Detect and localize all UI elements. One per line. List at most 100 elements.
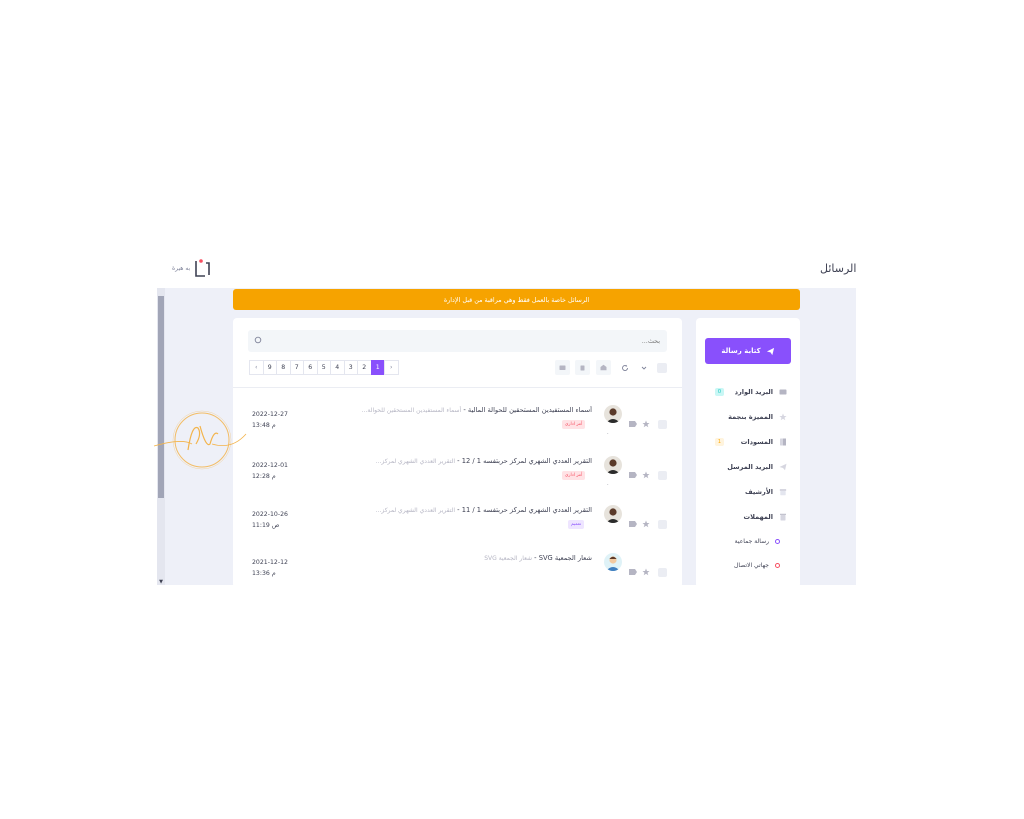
message-snippet: التقرير العددي الشهري لمركز... (375, 458, 456, 465)
page-9[interactable]: 9 (262, 360, 277, 375)
page-5[interactable]: 5 (316, 360, 331, 375)
page-8[interactable]: 8 (276, 360, 291, 375)
row-checkbox[interactable] (658, 471, 667, 480)
search-icon (254, 336, 262, 344)
message-subject: أسماء المستفيدين المستحقين للحوالة المال… (361, 406, 592, 414)
message-row[interactable]: شعار الجمعية SVG - شعار الجمعية SVG 2021… (240, 551, 672, 591)
message-date: 2022-12-01 (252, 462, 288, 469)
nav-sent-label: البريد المرسل (727, 463, 773, 471)
message-time: 13:36 م (252, 570, 276, 577)
message-subject-text: التقرير العددي الشهري لمركز حربتفسه 1 / … (461, 457, 592, 465)
drafts-count-badge: 1 (715, 438, 724, 446)
avatar (604, 405, 622, 423)
page-title: الرسائل (820, 262, 857, 275)
draft-icon (778, 438, 787, 447)
message-subject: التقرير العددي الشهري لمركز حربتفسه 1 / … (375, 506, 592, 514)
trash-icon (778, 513, 787, 522)
inbox-count-badge: 0 (715, 388, 724, 396)
logo-mark-icon (195, 259, 211, 277)
star-icon[interactable] (642, 520, 650, 528)
nav-inbox[interactable]: البريد الوارد 0 (705, 385, 787, 399)
message-subject-text: شعار الجمعية SVG (538, 554, 592, 562)
search-box[interactable] (248, 330, 667, 352)
nav-drafts-label: المسودات (740, 438, 773, 446)
select-dropdown-button[interactable] (639, 361, 649, 374)
pagination-next[interactable]: › (384, 360, 399, 375)
scroll-down-arrow-icon[interactable]: ▼ (158, 580, 164, 585)
row-marker: ` (607, 484, 609, 489)
avatar (604, 456, 622, 474)
label-contacts-text: جهاتي الاتصال (733, 561, 769, 569)
nav-starred[interactable]: المميزة بنجمة (705, 410, 787, 424)
message-row[interactable]: أسماء المستفيدين المستحقين للحوالة المال… (240, 403, 672, 443)
select-all-checkbox[interactable] (657, 363, 667, 373)
page-3[interactable]: 3 (343, 360, 358, 375)
label-group-message-text: رسالة جماعية (734, 537, 769, 545)
row-checkbox[interactable] (658, 520, 667, 529)
label-tag-icon[interactable] (629, 472, 637, 478)
page-7[interactable]: 7 (289, 360, 304, 375)
message-row[interactable]: التقرير العددي الشهري لمركز حربتفسه 1 / … (240, 503, 672, 543)
nav-archive[interactable]: الأرشيف (705, 485, 787, 499)
logo: به هيرة (172, 258, 224, 278)
archive-icon (778, 488, 787, 497)
notice-text: الرسائل خاصة بالعمل فقط وهي مراقبة من قب… (443, 295, 590, 304)
star-icon[interactable] (642, 420, 650, 428)
logo-text: به هيرة (172, 264, 191, 272)
nav-drafts[interactable]: المسودات 1 (705, 435, 787, 449)
nav-trash[interactable]: المهملات (705, 510, 787, 524)
archive-button[interactable] (596, 360, 611, 375)
notice-banner: الرسائل خاصة بالعمل فقط وهي مراقبة من قب… (233, 289, 800, 310)
message-time: 11:19 ص (252, 522, 280, 529)
message-subject: التقرير العددي الشهري لمركز حربتفسه 1 / … (375, 457, 592, 465)
nav-sent[interactable]: البريد المرسل (705, 460, 787, 474)
search-input[interactable] (268, 334, 660, 348)
label-tag-icon[interactable] (629, 421, 637, 427)
message-date: 2021-12-12 (252, 559, 288, 566)
row-checkbox[interactable] (658, 568, 667, 577)
refresh-button[interactable] (620, 361, 630, 374)
paper-plane-icon (766, 347, 774, 355)
page-2[interactable]: 2 (357, 360, 372, 375)
label-tag-icon[interactable] (629, 569, 637, 575)
compose-button[interactable]: كتابة رسالة (705, 338, 791, 364)
nav-inbox-label: البريد الوارد (734, 388, 773, 396)
inbox-icon (778, 388, 787, 397)
message-row[interactable]: التقرير العددي الشهري لمركز حربتفسه 1 / … (240, 454, 672, 494)
pagination-prev[interactable]: ‹ (249, 360, 264, 375)
star-icon[interactable] (642, 471, 650, 479)
page-4[interactable]: 4 (330, 360, 345, 375)
chevron-down-icon (641, 366, 647, 370)
message-subject-text: التقرير العددي الشهري لمركز حربتفسه 1 / … (461, 506, 592, 514)
label-contacts[interactable]: جهاتي الاتصال (705, 559, 780, 571)
message-time: 13:48 م (252, 422, 276, 429)
message-subject-text: أسماء المستفيدين المستحقين للحوالة المال… (467, 406, 592, 414)
message-label-badge: تعميم (568, 520, 585, 529)
nav-trash-label: المهملات (743, 513, 773, 521)
message-subject: شعار الجمعية SVG - شعار الجمعية SVG (484, 554, 592, 562)
message-timestamp: 2022-12-27 13:48 م (252, 409, 288, 431)
delete-button[interactable] (575, 360, 590, 375)
nav-starred-label: المميزة بنجمة (728, 413, 773, 421)
label-group-message[interactable]: رسالة جماعية (705, 535, 780, 547)
trash-icon (580, 365, 585, 371)
message-date: 2022-12-27 (252, 411, 288, 418)
envelope-icon (559, 365, 566, 370)
mark-read-button[interactable] (555, 360, 570, 375)
refresh-icon (622, 364, 628, 371)
message-list-panel (233, 318, 682, 588)
mail-open-icon (600, 364, 607, 371)
page-1-current[interactable]: 1 (370, 360, 385, 375)
label-dot-icon (775, 562, 780, 568)
message-timestamp: 2022-12-01 12:28 م (252, 460, 288, 482)
message-label-badge: أمر اداري (562, 420, 586, 429)
signature-watermark-icon (153, 410, 247, 470)
avatar (604, 553, 622, 571)
message-snippet: أسماء المستفيدين المستحقين للحوالة... (361, 407, 462, 414)
star-icon (778, 413, 787, 422)
label-tag-icon[interactable] (629, 521, 637, 527)
page-6[interactable]: 6 (303, 360, 318, 375)
message-date: 2022-10-26 (252, 511, 288, 518)
row-checkbox[interactable] (658, 420, 667, 429)
star-icon[interactable] (642, 568, 650, 576)
